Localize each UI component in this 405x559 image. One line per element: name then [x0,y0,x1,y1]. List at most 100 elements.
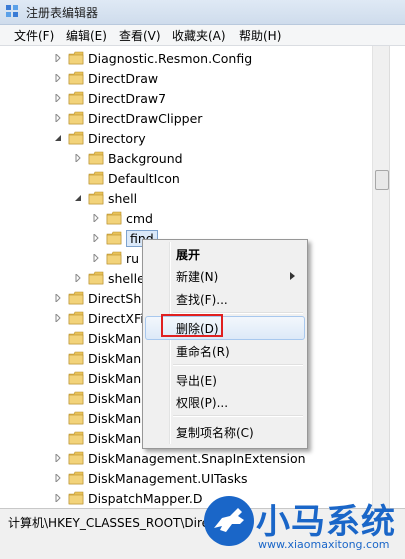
menu-item-expand[interactable]: 展开 [176,246,200,263]
folder-icon [68,351,84,365]
menu-edit[interactable]: 编辑(E) [64,27,109,44]
tree-row[interactable]: DiskMan [68,348,141,368]
scrollbar-thumb[interactable] [375,170,389,190]
menu-separator [173,364,303,366]
collapsed-arrow-icon[interactable] [54,74,62,82]
tree-item-label: DefaultIcon [108,170,180,186]
tree-row[interactable]: DiskMan [68,388,141,408]
menu-separator [173,415,303,417]
tree-item-label: DiskManagement.SnapInExtension [88,450,306,466]
menu-file[interactable]: 文件(F) [12,27,56,44]
tree-row[interactable]: Diagnostic.Resmon.Config [68,48,252,68]
folder-icon [68,51,84,65]
collapsed-arrow-icon[interactable] [54,294,62,302]
tree-item-label: DispatchMapper.D [88,490,203,506]
menu-item-rename[interactable]: 重命名(R) [176,343,230,360]
tree-row[interactable]: DirectDraw [68,68,158,88]
collapsed-arrow-icon[interactable] [54,54,62,62]
tree-row[interactable]: shelle [88,268,145,288]
tree-row[interactable]: cmd [106,208,153,228]
menu-view[interactable]: 查看(V) [117,27,163,44]
folder-icon [68,391,84,405]
menu-item-find[interactable]: 查找(F)... [176,291,228,308]
menu-item-copy-key-name[interactable]: 复制项名称(C) [176,424,254,441]
context-menu: 展开 新建(N) 查找(F)... 删除(D) 重命名(R) 导出(E) 权限(… [142,239,308,449]
folder-icon [106,211,122,225]
collapsed-arrow-icon[interactable] [92,234,100,242]
folder-icon [68,471,84,485]
tree-item-label: DiskMan [88,430,142,446]
folder-icon [68,431,84,445]
collapsed-arrow-icon[interactable] [54,94,62,102]
menu-favorites[interactable]: 收藏夹(A) [170,27,228,44]
tree-item-label: DiskMan [88,390,142,406]
collapsed-arrow-icon[interactable] [54,494,62,502]
tree-row[interactable]: Background [88,148,183,168]
menu-bar: 文件(F) 编辑(E) 查看(V) 收藏夹(A) 帮助(H) [0,25,405,46]
status-path: 计算机\HKEY_CLASSES_ROOT\Dire [8,516,210,530]
tree-row[interactable]: DiskMan [68,328,141,348]
tree-row[interactable]: DiskMan [68,428,141,448]
folder-icon [88,191,104,205]
collapsed-arrow-icon[interactable] [74,274,82,282]
folder-icon [68,371,84,385]
folder-icon [68,331,84,345]
folder-icon [88,151,104,165]
menu-item-permissions[interactable]: 权限(P)... [176,394,228,411]
tree-row[interactable]: DiskManagement.SnapInExtension [68,448,306,468]
tree-item-label: Directory [88,130,146,146]
tree-item-label: DiskManagement.UITasks [88,470,248,486]
tree-item-label: DirectDraw7 [88,90,167,106]
folder-icon [68,291,84,305]
menu-item-export[interactable]: 导出(E) [176,372,217,389]
tree-row[interactable]: DiskMan [68,368,141,388]
watermark: 小马系统 www.xiaomaxitong.com [198,488,405,558]
expanded-arrow-icon[interactable] [74,194,82,202]
folder-icon [68,111,84,125]
collapsed-arrow-icon[interactable] [54,454,62,462]
tree-row[interactable]: DirectXFi [68,308,144,328]
tree-row[interactable]: shell [88,188,137,208]
window-title: 注册表编辑器 [26,6,99,20]
folder-icon [106,251,122,265]
tree-item-label: shell [108,190,138,206]
tree-row[interactable]: DirectDraw7 [68,88,166,108]
tree-item-label: ru [126,250,140,266]
registry-editor-icon [6,5,18,17]
tree-row[interactable]: DirectDrawClipper [68,108,202,128]
folder-icon [106,231,122,245]
tree-item-label: DiskMan [88,410,142,426]
collapsed-arrow-icon[interactable] [92,254,100,262]
expanded-arrow-icon[interactable] [54,134,62,142]
tree-item-label: DirectSho [88,290,149,306]
tree-row[interactable]: DefaultIcon [88,168,180,188]
folder-icon [88,271,104,285]
tree-item-label: DiskMan [88,330,142,346]
delete-highlight-box [161,314,223,337]
tree-item-label: DirectDrawClipper [88,110,203,126]
menu-gutter [169,242,171,444]
menu-item-new[interactable]: 新建(N) [176,268,218,285]
tree-row[interactable]: DiskManagement.UITasks [68,468,248,488]
tree-row[interactable]: DispatchMapper.D [68,488,203,508]
watermark-brand: 小马系统 [256,502,396,542]
tree-row[interactable]: Directory [68,128,146,148]
tree-item-label: DiskMan [88,350,142,366]
folder-icon [68,451,84,465]
vertical-scrollbar[interactable] [372,46,390,508]
submenu-arrow-icon [290,272,295,280]
tree-row[interactable]: DiskMan [68,408,141,428]
tree-row[interactable]: ru [106,248,139,268]
folder-icon [68,411,84,425]
values-pane[interactable] [389,46,405,508]
collapsed-arrow-icon[interactable] [92,214,100,222]
collapsed-arrow-icon[interactable] [54,114,62,122]
collapsed-arrow-icon[interactable] [54,314,62,322]
folder-icon [68,311,84,325]
menu-help[interactable]: 帮助(H) [237,27,283,44]
collapsed-arrow-icon[interactable] [54,474,62,482]
tree-item-label: Background [108,150,183,166]
tree-row[interactable]: DirectSho [68,288,149,308]
folder-icon [68,131,84,145]
collapsed-arrow-icon[interactable] [74,154,82,162]
